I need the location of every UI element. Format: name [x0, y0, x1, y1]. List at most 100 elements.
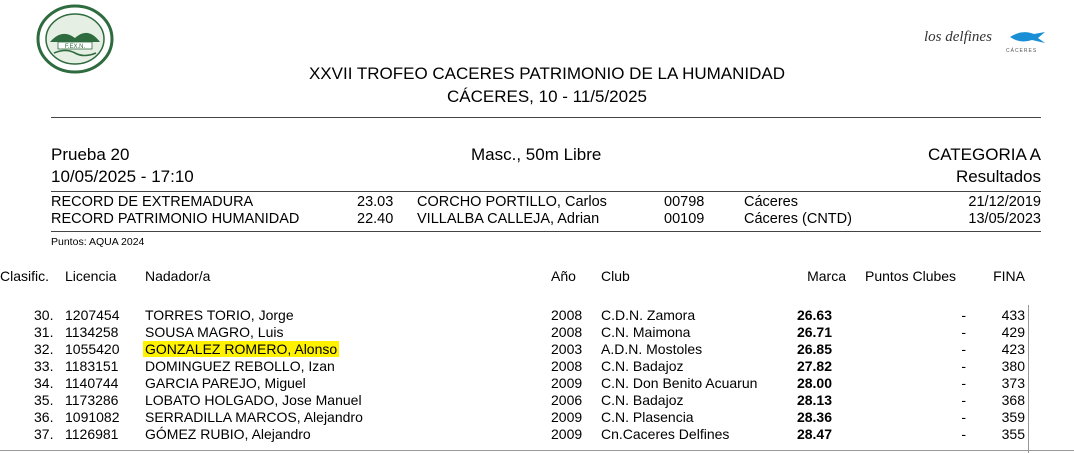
cell-club-points: -	[961, 358, 966, 374]
cell-fina-points: 368	[1001, 392, 1025, 408]
cell-time: 28.47	[796, 426, 832, 442]
cell-club-points: -	[961, 341, 966, 357]
cell-club-points: -	[961, 426, 966, 442]
cell-year: 2006	[551, 392, 583, 408]
cell-year: 2009	[551, 409, 583, 425]
cell-license: 1134258	[65, 324, 119, 340]
cell-license: 1173286	[65, 392, 119, 408]
cell-year: 2009	[551, 426, 583, 442]
cell-fina-points: 359	[1001, 409, 1025, 425]
logo-mark-text: F.EX.N.	[65, 44, 86, 50]
cell-position: 34.	[34, 375, 54, 391]
cell-time: 26.71	[796, 324, 832, 340]
page-cut-line	[0, 450, 1074, 451]
cell-time: 28.36	[796, 409, 832, 425]
record-license: 00798	[664, 194, 705, 210]
col-header-club: Club	[601, 268, 630, 284]
cell-swimmer-name: TORRES TORIO, Jorge	[145, 307, 294, 323]
cell-swimmer-name: GARCIA PAREJO, Miguel	[145, 375, 306, 391]
event-category: CATEGORIA A	[927, 145, 1041, 164]
cell-swimmer-name: GONZALEZ ROMERO, Alonso	[143, 341, 340, 357]
cell-fina-points: 433	[1001, 307, 1025, 323]
event-status: Resultados	[955, 167, 1041, 186]
cell-swimmer-name: DOMINGUEZ REBOLLO, Izan	[145, 358, 335, 374]
record-time: 23.03	[357, 194, 394, 210]
cell-swimmer-name: SOUSA MAGRO, Luis	[145, 324, 284, 340]
cell-time: 26.85	[796, 341, 832, 357]
record-label: RECORD DE EXTREMADURA	[51, 194, 254, 210]
cell-time: 28.13	[796, 392, 832, 408]
col-header-puntos: Puntos Clubes	[865, 268, 957, 284]
cell-year: 2008	[551, 307, 583, 323]
cell-club-points: -	[961, 409, 966, 425]
divider	[51, 191, 1041, 192]
event-name: Masc., 50m Libre	[471, 145, 602, 164]
record-date: 21/12/2019	[968, 194, 1041, 210]
col-header-ano: Año	[551, 268, 576, 284]
meet-location-date: CÁCERES, 10 - 11/5/2025	[446, 87, 647, 106]
cell-club: A.D.N. Mostoles	[601, 341, 703, 357]
cell-position: 33.	[34, 358, 54, 374]
record-time: 22.40	[357, 211, 394, 227]
divider	[51, 117, 1041, 118]
cell-year: 2009	[551, 375, 583, 391]
cell-swimmer-name: LOBATO HOLGADO, Jose Manuel	[145, 392, 362, 408]
club-logo: los delfines CÁCERES	[924, 24, 1046, 56]
cell-license: 1091082	[65, 409, 120, 425]
record-place: Cáceres (CNTD)	[744, 211, 852, 227]
cell-time: 28.00	[796, 375, 832, 391]
cell-club-points: -	[961, 324, 966, 340]
cell-club: C.N. Maimona	[601, 324, 691, 340]
record-holder: CORCHO PORTILLO, Carlos	[417, 194, 607, 210]
cell-year: 2008	[551, 324, 583, 340]
record-label: RECORD PATRIMONIO HUMANIDAD	[51, 211, 300, 227]
event-datetime: 10/05/2025 - 17:10	[51, 167, 194, 186]
divider	[51, 231, 1041, 232]
logo-script-text: los delfines	[924, 29, 992, 45]
cell-year: 2003	[551, 341, 583, 357]
cell-year: 2008	[551, 358, 583, 374]
cell-fina-points: 423	[1001, 341, 1025, 357]
cell-fina-points: 429	[1001, 324, 1025, 340]
cell-fina-points: 373	[1001, 375, 1025, 391]
cell-club: C.N. Don Benito Acuarun	[601, 375, 758, 391]
column-rule	[1028, 305, 1029, 453]
cell-license: 1126981	[65, 426, 119, 442]
cell-time: 27.82	[796, 358, 832, 374]
cell-time: 26.63	[796, 307, 832, 323]
col-header-marca: Marca	[807, 268, 846, 284]
cell-license: 1055420	[65, 341, 120, 357]
cell-swimmer-name: SERRADILLA MARCOS, Alejandro	[145, 409, 363, 425]
record-holder: VILLALBA CALLEJA, Adrian	[417, 211, 600, 227]
cell-club: C.N. Badajoz	[601, 392, 684, 408]
cell-club: C.N. Badajoz	[601, 358, 684, 374]
record-license: 00109	[664, 211, 705, 227]
points-note: Puntos: AQUA 2024	[51, 236, 145, 248]
meet-title: XXVII TROFEO CACERES PATRIMONIO DE LA HU…	[308, 64, 786, 83]
col-header-clasif: Clasific.	[0, 268, 50, 284]
cell-club-points: -	[961, 375, 966, 391]
cell-club: C.D.N. Zamora	[601, 307, 696, 323]
cell-position: 36.	[34, 409, 54, 425]
cell-position: 37.	[34, 426, 54, 442]
record-date: 13/05/2023	[968, 211, 1041, 227]
cell-license: 1183151	[65, 358, 119, 374]
cell-fina-points: 355	[1001, 426, 1025, 442]
cell-position: 30.	[34, 307, 54, 323]
cell-license: 1140744	[65, 375, 119, 391]
cell-club: Cn.Caceres Delfines	[601, 426, 730, 442]
cell-swimmer-name: GÓMEZ RUBIO, Alejandro	[145, 426, 311, 442]
record-place: Cáceres	[744, 194, 798, 210]
col-header-licencia: Licencia	[65, 268, 117, 284]
cell-position: 31.	[34, 324, 54, 340]
cell-position: 32.	[34, 341, 54, 357]
col-header-nadador: Nadador/a	[145, 268, 211, 284]
cell-position: 35.	[34, 392, 54, 408]
event-number: Prueba 20	[51, 145, 130, 164]
cell-license: 1207454	[65, 307, 120, 323]
cell-fina-points: 380	[1001, 358, 1025, 374]
col-header-fina: FINA	[993, 268, 1025, 284]
cell-club: C.N. Plasencia	[601, 409, 694, 425]
cell-club-points: -	[961, 307, 966, 323]
cell-club-points: -	[961, 392, 966, 408]
